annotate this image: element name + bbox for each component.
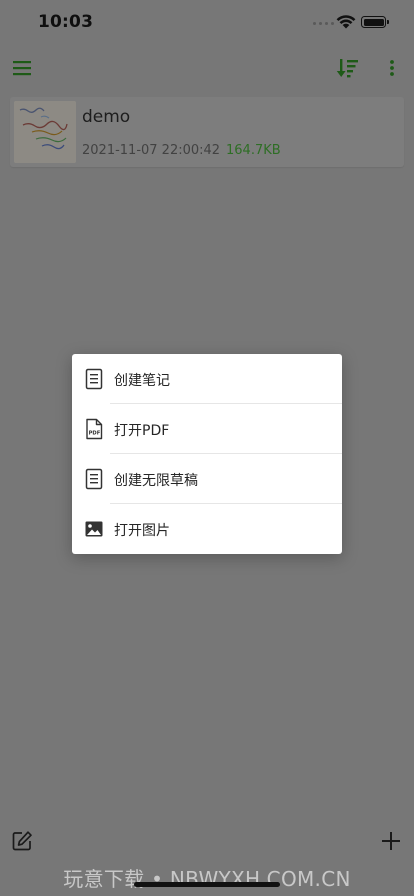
note-size: 164.7KB [226,143,281,158]
menu-item-label: 打开图片 [114,523,170,539]
home-indicator [134,882,280,887]
top-toolbar [0,46,414,90]
menu-item-open-image[interactable]: 打开图片 [72,504,342,554]
menu-item-create-infinite-draft[interactable]: 创建无限草稿 [72,454,342,504]
pdf-file-icon: PDF [86,418,103,440]
sort-icon[interactable] [336,56,360,80]
edit-icon[interactable] [11,830,33,852]
menu-item-label: 打开PDF [114,423,170,439]
create-menu-popup: 创建笔记 PDF 打开PDF 创建无限草稿 打开图片 [72,354,342,554]
watermark-text: 玩意下载 • NBWYXH.COM.CN [63,867,351,891]
wifi-icon [336,15,356,29]
menu-item-label: 创建无限草稿 [114,473,198,489]
battery-icon [361,16,389,28]
image-icon [85,521,103,537]
note-date: 2021-11-07 22:00:42 [82,143,221,158]
menu-item-label: 创建笔记 [114,373,170,389]
note-thumbnail [14,101,76,163]
hamburger-icon[interactable] [11,58,33,78]
plus-icon[interactable] [380,830,402,852]
document-icon [85,468,103,490]
svg-text:PDF: PDF [89,431,101,437]
menu-item-create-note[interactable]: 创建笔记 [72,354,342,404]
bottom-bar: 玩意下载 • NBWYXH.COM.CN [0,820,414,896]
status-time: 10:03 [38,12,94,32]
menu-item-open-pdf[interactable]: PDF 打开PDF [72,404,342,454]
document-icon [85,368,103,390]
more-vertical-icon[interactable] [382,56,402,80]
note-list-item[interactable]: demo 2021-11-07 22:00:42 164.7KB [10,97,404,167]
signal-icon [313,22,334,25]
status-bar: 10:03 [0,0,414,46]
note-title: demo [82,107,131,127]
